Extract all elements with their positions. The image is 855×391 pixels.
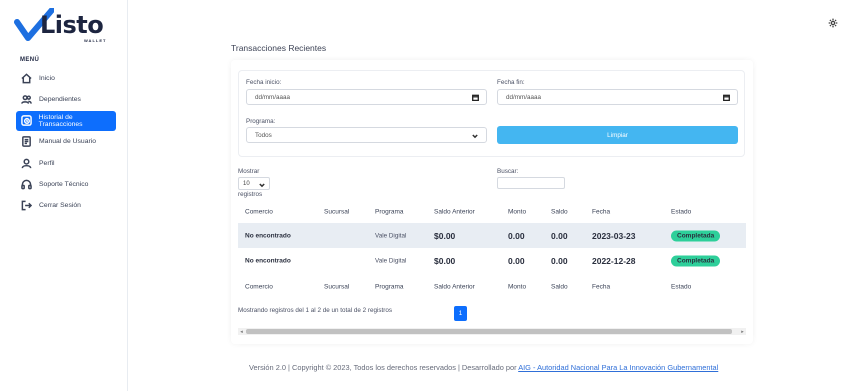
table-row: No encontrado Vale Digital $0.00 0.00 0.… [238,223,746,248]
cell-programa: Vale Digital [375,232,407,239]
headset-icon [20,178,33,191]
sidebar-item-manual[interactable]: Manual de Usuario [16,132,116,152]
sidebar-item-label: Soporte Técnico [39,180,89,188]
col-header-programa[interactable]: Programa [375,208,404,215]
col-header-estado[interactable]: Estado [671,208,691,215]
col-header-comercio[interactable]: Comercio [245,208,273,215]
scroll-right-icon[interactable]: ▸ [739,328,746,335]
scrollbar-thumb[interactable] [246,329,732,334]
end-date-label: Fecha fin: [497,79,525,86]
end-date-input[interactable]: dd/mm/aaaa [497,89,738,105]
col-header-monto[interactable]: Monto [508,208,526,215]
col-footer-saldo: Saldo [551,283,568,290]
page-size-select[interactable]: 10 [238,177,270,190]
col-footer-programa: Programa [375,283,404,290]
sidebar: Listo WALLET MENÚ Inicio Dependientes Hi… [0,0,128,391]
users-icon [20,93,33,106]
end-date-placeholder: dd/mm/aaaa [506,93,542,101]
status-badge: Completada [671,230,721,241]
records-info: Mostrando registros del 1 al 2 de un tot… [238,307,393,314]
start-date-label: Fecha inicio: [246,79,282,86]
calendar-icon[interactable] [723,94,730,102]
col-footer-comercio: Comercio [245,283,273,290]
sidebar-item-perfil[interactable]: Perfil [16,153,116,173]
sidebar-item-label: Dependientes [39,95,81,103]
chevron-down-icon [472,133,478,139]
logout-icon [20,199,33,212]
cell-saldo-anterior: $0.00 [434,230,456,241]
sidebar-item-label: Manual de Usuario [39,138,97,146]
cell-saldo-anterior: $0.00 [434,255,456,266]
home-icon [20,72,33,85]
cell-programa: Vale Digital [375,257,407,264]
start-date-input[interactable]: dd/mm/aaaa [246,89,487,105]
col-header-saldo-anterior[interactable]: Saldo Anterior [434,208,475,215]
settings-gear-icon[interactable] [828,15,838,28]
sidebar-item-label: Perfil [39,159,55,167]
sidebar-item-label: Inicio [39,74,55,82]
sidebar-item-historial[interactable]: Historial de Transacciones [16,110,116,131]
cell-fecha: 2022-12-28 [592,255,636,266]
page-title: Transacciones Recientes [231,43,327,53]
pagination-page-button[interactable]: 1 [454,306,467,321]
logo-text: Listo [40,11,104,39]
sidebar-item-label: Cerrar Sesión [39,202,81,210]
table-header: Comercio Sucursal Programa Saldo Anterio… [238,199,746,224]
logo-subtext: WALLET [84,38,107,43]
col-header-fecha[interactable]: Fecha [592,208,610,215]
col-footer-monto: Monto [508,283,527,290]
cell-comercio: No encontrado [245,232,291,239]
col-footer-estado: Estado [671,283,692,290]
search-label: Buscar: [497,168,519,175]
show-entries-label: Mostrar [238,168,260,175]
records-label: registros [238,191,263,198]
cell-fecha: 2023-03-23 [592,230,636,241]
scroll-left-icon[interactable]: ◂ [238,328,245,335]
chevron-down-icon [259,182,265,188]
cell-saldo: 0.00 [551,255,568,266]
table-row: No encontrado Vale Digital $0.00 0.00 0.… [238,248,746,273]
program-selected-value: Todos [255,131,272,139]
col-footer-fecha: Fecha [592,283,611,290]
sidebar-item-cerrar-sesion[interactable]: Cerrar Sesión [16,196,116,216]
manual-icon [20,135,33,148]
cell-monto: 0.00 [508,230,525,241]
cell-saldo: 0.00 [551,230,568,241]
clear-filters-button[interactable]: Limpiar [497,126,738,144]
history-icon [20,114,33,127]
footer-text: Versión 2.0 | Copyright © 2023, Todos lo… [249,363,519,372]
col-header-saldo[interactable]: Saldo [551,208,568,215]
listo-wallet-logo[interactable]: Listo WALLET [14,8,105,44]
page-size-value: 10 [243,180,250,187]
program-label: Programa: [246,118,276,125]
cell-comercio: No encontrado [245,257,291,264]
table-footer-header: Comercio Sucursal Programa Saldo Anterio… [238,274,746,299]
page-footer: Versión 2.0 | Copyright © 2023, Todos lo… [249,363,718,372]
sidebar-item-label: Historial de Transacciones [38,113,83,128]
col-footer-saldo-anterior: Saldo Anterior [434,283,475,290]
program-select[interactable]: Todos [246,127,487,143]
sidebar-item-dependientes[interactable]: Dependientes [16,89,116,109]
status-badge: Completada [671,255,721,266]
horizontal-scrollbar[interactable]: ◂ ▸ [238,328,746,335]
menu-title: MENÚ [20,57,40,63]
col-footer-sucursal: Sucursal [324,283,350,290]
sidebar-item-soporte[interactable]: Soporte Técnico [16,174,116,194]
footer-link[interactable]: AIG - Autoridad Nacional Para La Innovac… [518,363,718,372]
sidebar-nav: Inicio Dependientes Historial de Transac… [16,68,116,217]
cell-monto: 0.00 [508,255,525,266]
search-input[interactable] [497,177,565,189]
sidebar-item-inicio[interactable]: Inicio [16,68,116,88]
profile-icon [20,157,33,170]
calendar-icon[interactable] [472,94,479,102]
col-header-sucursal[interactable]: Sucursal [324,208,349,215]
start-date-placeholder: dd/mm/aaaa [255,93,291,101]
